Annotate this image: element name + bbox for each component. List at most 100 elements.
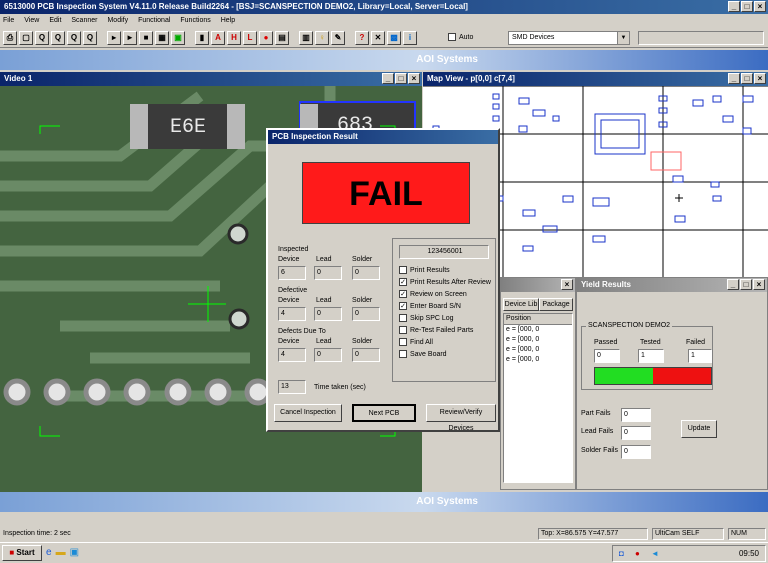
tray-volume-icon[interactable]: ◄ bbox=[651, 549, 659, 558]
h-icon[interactable]: H bbox=[227, 31, 241, 45]
checkbox-box[interactable]: ✓ bbox=[399, 290, 407, 298]
camera-icon[interactable]: ▩ bbox=[387, 31, 401, 45]
menu-item-scanner[interactable]: Scanner bbox=[71, 14, 97, 28]
cancel-inspection-button[interactable]: Cancel Inspection bbox=[274, 404, 342, 422]
update-button[interactable]: Update bbox=[681, 420, 717, 438]
next-pcb-button[interactable]: Next PCB bbox=[352, 404, 416, 422]
chevron-down-icon[interactable]: ▼ bbox=[617, 32, 629, 44]
device-list-close-button[interactable]: × bbox=[561, 279, 573, 290]
option-checkbox[interactable]: Save Board bbox=[399, 349, 491, 359]
ie-icon[interactable]: e bbox=[46, 547, 52, 558]
bottom-banner: AOI Systems bbox=[0, 492, 768, 512]
zoom-in-icon[interactable]: Q bbox=[51, 31, 65, 45]
lamp-icon[interactable]: ♀ bbox=[315, 31, 329, 45]
option-checkbox[interactable]: Find All bbox=[399, 337, 491, 347]
yield-maximize-button[interactable]: □ bbox=[740, 279, 752, 290]
record-icon[interactable]: ● bbox=[259, 31, 273, 45]
checkbox-box[interactable] bbox=[399, 338, 407, 346]
menu-item-edit[interactable]: Edit bbox=[49, 14, 61, 28]
defects-due-label: Defects Due To bbox=[278, 328, 326, 335]
video-maximize-button[interactable]: □ bbox=[395, 73, 407, 84]
option-checkbox[interactable]: Print Results bbox=[399, 265, 491, 275]
a-icon[interactable]: A bbox=[211, 31, 225, 45]
checkbox-box[interactable]: ✓ bbox=[399, 302, 407, 310]
menu-item-help[interactable]: Help bbox=[221, 14, 235, 28]
device-row[interactable]: e = [000, 0 bbox=[504, 335, 572, 345]
checkbox-box[interactable]: ✓ bbox=[399, 278, 407, 286]
option-checkbox[interactable]: ✓ Enter Board S/N bbox=[399, 301, 491, 311]
yield-minimize-button[interactable]: _ bbox=[727, 279, 739, 290]
chip-label-1: E6E bbox=[170, 116, 206, 139]
device-type-select[interactable]: SMD Devices ▼ bbox=[508, 31, 630, 45]
checkbox-box[interactable] bbox=[399, 326, 407, 334]
close-button[interactable]: × bbox=[754, 1, 766, 12]
info-icon[interactable]: i bbox=[403, 31, 417, 45]
black-icon[interactable]: ▮ bbox=[195, 31, 209, 45]
stop-icon[interactable]: ■ bbox=[139, 31, 153, 45]
lead-fails-label: Lead Fails bbox=[581, 428, 614, 435]
map-maximize-button[interactable]: □ bbox=[741, 73, 753, 84]
dialog-title-bar: PCB Inspection Result bbox=[268, 130, 498, 144]
yield-title: Yield Results bbox=[581, 280, 631, 289]
tab-package[interactable]: Package bbox=[539, 298, 573, 311]
zoom-icon[interactable]: Q bbox=[35, 31, 49, 45]
table-icon[interactable]: ▤ bbox=[275, 31, 289, 45]
folder-icon[interactable]: ▬ bbox=[56, 547, 66, 558]
device-list-window: × Device Lib Package Position e = [000, … bbox=[500, 277, 576, 490]
checkbox-box[interactable] bbox=[399, 350, 407, 358]
menu-item-view[interactable]: View bbox=[24, 14, 39, 28]
tab-device-lib[interactable]: Device Lib bbox=[503, 298, 539, 311]
part-fails-label: Part Fails bbox=[581, 410, 611, 417]
maximize-button[interactable]: □ bbox=[741, 1, 753, 12]
device-row[interactable]: e = [000, 0 bbox=[504, 325, 572, 335]
grid-icon[interactable]: ▦ bbox=[155, 31, 169, 45]
yield-title-bar: Yield Results _ □ × bbox=[577, 278, 767, 292]
auto-checkbox[interactable]: Auto bbox=[448, 33, 473, 41]
desktop-icon[interactable]: ▣ bbox=[70, 547, 79, 558]
minimize-button[interactable]: _ bbox=[728, 1, 740, 12]
checkbox-box[interactable] bbox=[399, 314, 407, 322]
frame-icon[interactable]: ▢ bbox=[19, 31, 33, 45]
menu-item-functions[interactable]: Functions bbox=[180, 14, 210, 28]
yield-close-button[interactable]: × bbox=[753, 279, 765, 290]
start-button[interactable]: ■ Start bbox=[2, 545, 42, 561]
review-verify-button[interactable]: Review/Verify Devices bbox=[426, 404, 496, 432]
checkbox-box[interactable] bbox=[399, 266, 407, 274]
option-checkbox[interactable]: Re-Test Failed Parts bbox=[399, 325, 491, 335]
tray-security-icon[interactable]: ● bbox=[635, 549, 640, 558]
device-row[interactable]: e = [000, 0 bbox=[504, 355, 572, 365]
tool-icon[interactable]: ✕ bbox=[371, 31, 385, 45]
menu-item-functional[interactable]: Functional bbox=[138, 14, 170, 28]
l-icon[interactable]: L bbox=[243, 31, 257, 45]
video-close-button[interactable]: × bbox=[408, 73, 420, 84]
zoom-fit-icon[interactable]: Q bbox=[83, 31, 97, 45]
position-column-header[interactable]: Position bbox=[504, 314, 572, 325]
device-row[interactable]: e = [000, 0 bbox=[504, 345, 572, 355]
yield-results-window: Yield Results _ □ × SCANSPECTION DEMO2 P… bbox=[576, 277, 768, 490]
tested-value: 1 bbox=[638, 349, 664, 363]
option-checkbox[interactable]: Skip SPC Log bbox=[399, 313, 491, 323]
solder-fails-value: 0 bbox=[621, 445, 651, 459]
zoom-out-icon[interactable]: Q bbox=[67, 31, 81, 45]
barcode-field[interactable]: 123456001 bbox=[399, 245, 489, 259]
green-icon[interactable]: ▣ bbox=[171, 31, 185, 45]
dialog-title: PCB Inspection Result bbox=[272, 132, 358, 141]
arrow-icon[interactable]: ▸ bbox=[107, 31, 121, 45]
menu-item-file[interactable]: File bbox=[3, 14, 14, 28]
menu-item-modify[interactable]: Modify bbox=[107, 14, 128, 28]
pencil-icon[interactable]: ✎ bbox=[331, 31, 345, 45]
option-checkbox[interactable]: ✓ Print Results After Review bbox=[399, 277, 491, 287]
printer-icon[interactable]: ⎙ bbox=[3, 31, 17, 45]
play-icon[interactable]: ► bbox=[123, 31, 137, 45]
auto-checkbox-box[interactable] bbox=[448, 33, 456, 41]
map-minimize-button[interactable]: _ bbox=[728, 73, 740, 84]
passed-label: Passed bbox=[594, 339, 618, 346]
video-title: Video 1 bbox=[4, 74, 33, 83]
tray-network-icon[interactable]: ◘ bbox=[619, 549, 624, 558]
option-checkbox[interactable]: ✓ Review on Screen bbox=[399, 289, 491, 299]
map-close-button[interactable]: × bbox=[754, 73, 766, 84]
q-icon[interactable]: ? bbox=[355, 31, 369, 45]
video-minimize-button[interactable]: _ bbox=[382, 73, 394, 84]
time-taken-label: Time taken (sec) bbox=[314, 384, 366, 391]
list-icon[interactable]: ▥ bbox=[299, 31, 313, 45]
